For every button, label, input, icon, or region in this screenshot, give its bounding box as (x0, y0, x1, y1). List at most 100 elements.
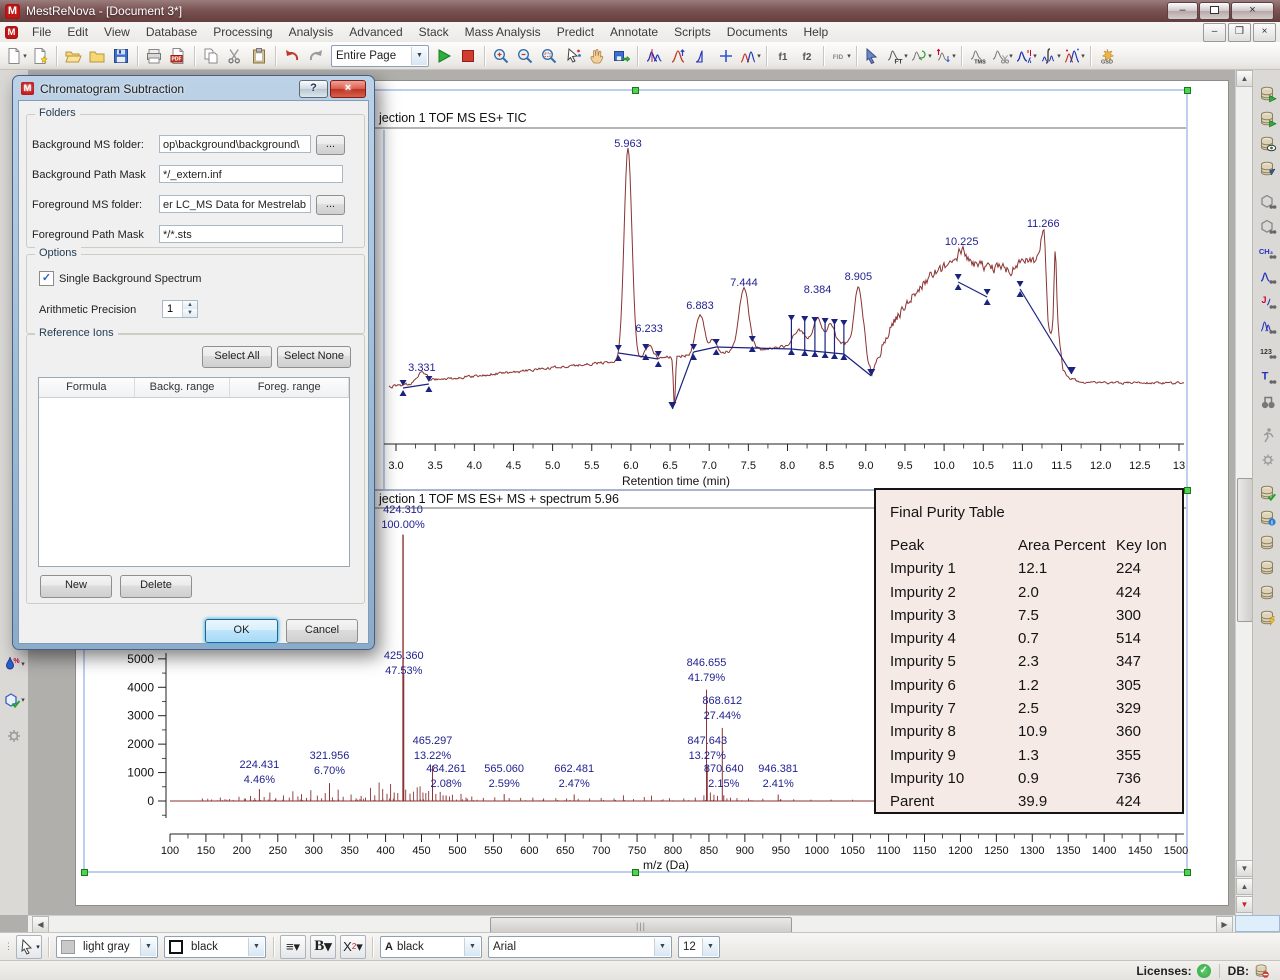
font-size-combo[interactable]: 12▼ (678, 936, 720, 958)
selection-handle[interactable] (632, 87, 639, 94)
db-import-button[interactable] (1256, 157, 1280, 181)
number-search-button[interactable]: 123 (1256, 340, 1280, 364)
scroll-up-button[interactable]: ▲ (1236, 70, 1253, 87)
pointer-mode-button[interactable] (561, 44, 585, 68)
redo-button[interactable] (304, 44, 328, 68)
paste-button[interactable] (247, 44, 271, 68)
peak-up-button[interactable] (666, 44, 690, 68)
menu-item-processing[interactable]: Processing (205, 25, 280, 39)
new-page-button[interactable] (28, 44, 52, 68)
fill-color-combo[interactable]: light gray▼ (56, 936, 158, 958)
chevron-down-icon[interactable]: ▾ (1033, 52, 1037, 60)
gear-molecule-button[interactable] (1256, 448, 1280, 472)
open-folder-button[interactable] (61, 44, 85, 68)
pan-hand-button[interactable] (585, 44, 609, 68)
menu-item-predict[interactable]: Predict (549, 25, 602, 39)
scroll-right-button[interactable]: ▶ (1216, 916, 1233, 933)
bg-mask-input[interactable]: */_extern.inf (159, 165, 343, 183)
molecule-match-button[interactable] (1256, 190, 1280, 214)
previous-page-button[interactable]: ▲ (1236, 878, 1253, 895)
multiplet-search-button[interactable] (1256, 315, 1280, 339)
dialog-titlebar[interactable]: M Chromatogram Subtraction ? × (21, 79, 366, 98)
single-background-checkbox[interactable]: ✓ (39, 271, 54, 286)
menu-item-view[interactable]: View (96, 25, 138, 39)
chevron-down-icon[interactable]: ▾ (1057, 52, 1061, 60)
f1-dimension-button[interactable]: f1 (771, 44, 795, 68)
selection-handle[interactable] (632, 869, 639, 876)
menu-item-annotate[interactable]: Annotate (602, 25, 666, 39)
chevron-down-icon[interactable]: ▾ (928, 52, 932, 60)
menu-item-edit[interactable]: Edit (59, 25, 96, 39)
cancel-button[interactable]: Cancel (286, 619, 358, 643)
db-check-button[interactable] (1256, 481, 1280, 505)
selection-handle[interactable] (1184, 487, 1191, 494)
align-button[interactable]: ≡▾ (280, 935, 306, 959)
zoom-out-button[interactable] (513, 44, 537, 68)
menu-item-scripts[interactable]: Scripts (666, 25, 719, 39)
save-view-button[interactable] (609, 44, 633, 68)
menu-item-help[interactable]: Help (795, 25, 836, 39)
crosshair-button[interactable] (714, 44, 738, 68)
select-all-button[interactable]: Select All (202, 346, 272, 368)
menu-item-file[interactable]: File (24, 25, 59, 39)
next-page-button[interactable]: ▼ (1236, 896, 1253, 913)
precision-spinner[interactable]: 1 ▲▼ (162, 300, 198, 318)
cut-peak-button[interactable]: ▾ (990, 44, 1014, 68)
db-status-icon[interactable] (1254, 963, 1270, 979)
dialog-help-button[interactable]: ? (299, 80, 328, 98)
print-button[interactable] (142, 44, 166, 68)
bold-button[interactable]: B▾ (310, 935, 336, 959)
db-archive-1-button[interactable] (1256, 531, 1280, 555)
copy-button[interactable] (199, 44, 223, 68)
ref-column-2[interactable]: Backg. range (135, 378, 231, 397)
multiplet-tool-button[interactable]: ▾ (738, 44, 762, 68)
db-export-button[interactable] (1256, 82, 1280, 106)
spin-down-icon[interactable]: ▼ (183, 309, 197, 317)
settings-gear-button[interactable] (2, 724, 26, 748)
integration-button[interactable]: ▾ (1038, 44, 1062, 68)
line-color-combo[interactable]: black▼ (164, 936, 266, 958)
horizontal-scroll-thumb[interactable]: ||| (490, 917, 792, 933)
solvent-suppression-button[interactable]: %▾ (2, 652, 26, 676)
chevron-down-icon[interactable]: ▾ (757, 52, 761, 60)
font-color-combo[interactable]: A black▼ (380, 936, 482, 958)
new-button[interactable]: New (40, 575, 112, 598)
chevron-down-icon[interactable]: ▾ (1009, 52, 1013, 60)
bg-folder-input[interactable]: op\background\background\ (159, 135, 311, 153)
ref-column-3[interactable]: Foreg. range (230, 378, 349, 397)
delete-button[interactable]: Delete (120, 575, 192, 598)
ch3-search-button[interactable]: CH₃ (1256, 240, 1280, 264)
chevron-down-icon[interactable]: ▾ (1081, 52, 1085, 60)
select-none-button[interactable]: Select None (277, 346, 351, 368)
stop-script-button[interactable] (456, 44, 480, 68)
undo-button[interactable] (280, 44, 304, 68)
gsd-deconvolution-button[interactable]: GSD (1095, 44, 1119, 68)
pointer-process-button[interactable] (861, 44, 885, 68)
minimize-button[interactable]: – (1167, 2, 1198, 20)
db-view-button[interactable] (1256, 132, 1280, 156)
export-pdf-button[interactable]: PDF (166, 44, 190, 68)
menu-item-database[interactable]: Database (138, 25, 205, 39)
dialog-close-button[interactable]: × (330, 80, 366, 98)
molecule-match-alt-button[interactable] (1256, 215, 1280, 239)
subscript-button[interactable]: X2▾ (340, 935, 366, 959)
chromatogram-subtraction-dialog[interactable]: M Chromatogram Subtraction ? × Folders B… (12, 75, 375, 650)
menu-item-stack[interactable]: Stack (411, 25, 457, 39)
multiplet-analysis-button[interactable]: ▾ (1062, 44, 1086, 68)
chevron-down-icon[interactable]: ▾ (847, 52, 851, 60)
text-search-button[interactable]: T (1256, 365, 1280, 389)
font-family-combo[interactable]: Arial▼ (488, 936, 672, 958)
doc-restore-button[interactable]: ❐ (1228, 23, 1251, 42)
menu-item-mass-analysis[interactable]: Mass Analysis (457, 25, 549, 39)
zoom-level-combo[interactable]: Entire Page▼ (331, 45, 429, 67)
ok-button[interactable]: OK (205, 619, 278, 643)
spin-up-icon[interactable]: ▲ (183, 301, 197, 309)
structure-tool-button[interactable] (1256, 423, 1280, 447)
save-button[interactable] (109, 44, 133, 68)
zoom-selection-button[interactable] (537, 44, 561, 68)
fourier-transform-button[interactable]: FT▾ (885, 44, 909, 68)
db-archive-2-button[interactable] (1256, 556, 1280, 580)
zoom-in-button[interactable] (489, 44, 513, 68)
open-document-button[interactable] (85, 44, 109, 68)
vertical-scroll-thumb[interactable] (1237, 478, 1253, 622)
